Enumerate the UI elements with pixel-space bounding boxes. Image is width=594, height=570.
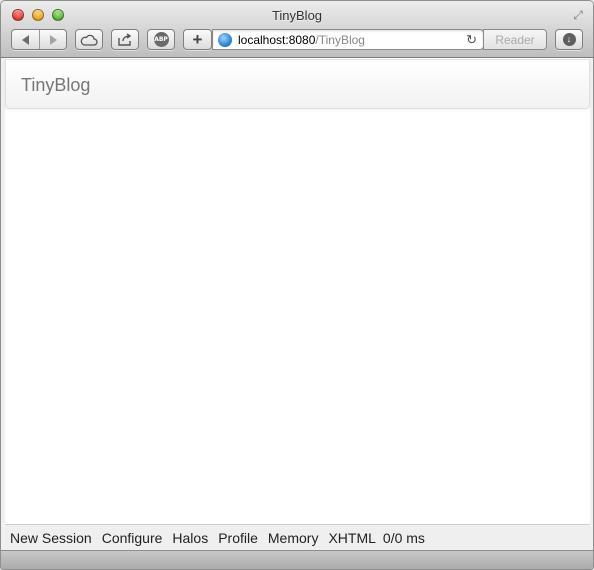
window-title: TinyBlog xyxy=(271,8,323,23)
xhtml-link[interactable]: XHTML xyxy=(328,530,375,546)
forward-button[interactable] xyxy=(39,30,66,49)
page-content: TinyBlog xyxy=(5,58,590,524)
configure-link[interactable]: Configure xyxy=(102,530,163,546)
browser-window: TinyBlog ⤢ ABP + localhost:8080/TinyBlog… xyxy=(0,0,594,570)
memory-link[interactable]: Memory xyxy=(268,530,319,546)
render-timing: 0/0 ms xyxy=(382,529,425,546)
downloads-button[interactable]: ↓ xyxy=(555,29,583,50)
icloud-tabs-button[interactable] xyxy=(75,29,103,50)
address-bar[interactable]: localhost:8080/TinyBlog ↻ xyxy=(212,29,484,50)
url-path: /TinyBlog xyxy=(315,33,365,47)
reload-icon[interactable]: ↻ xyxy=(466,32,477,48)
site-navbar: TinyBlog xyxy=(5,59,590,109)
url-text: localhost:8080/TinyBlog xyxy=(238,33,365,47)
download-icon: ↓ xyxy=(562,33,576,46)
halos-link[interactable]: Halos xyxy=(172,530,208,546)
new-session-link[interactable]: New Session xyxy=(10,530,92,546)
back-forward-group xyxy=(11,29,67,50)
share-icon xyxy=(118,33,132,46)
window-status-bar xyxy=(1,550,593,569)
add-bookmark-button[interactable]: + xyxy=(183,29,212,50)
seaside-toolbar: New Session Configure Halos Profile Memo… xyxy=(5,524,590,550)
cloud-icon xyxy=(80,34,98,46)
url-host: localhost:8080 xyxy=(238,33,316,47)
browser-chrome: TinyBlog ⤢ ABP + localhost:8080/TinyBlog… xyxy=(1,1,593,58)
adblock-icon: ABP xyxy=(153,32,169,47)
profile-link[interactable]: Profile xyxy=(218,530,258,546)
globe-icon xyxy=(218,33,232,47)
site-brand[interactable]: TinyBlog xyxy=(21,75,90,96)
forward-arrow-icon xyxy=(49,34,57,45)
fullscreen-icon[interactable]: ⤢ xyxy=(570,7,586,23)
share-button[interactable] xyxy=(111,29,139,50)
adblock-button[interactable]: ABP xyxy=(147,29,175,50)
back-arrow-icon xyxy=(22,34,29,45)
back-button[interactable] xyxy=(12,30,39,49)
reader-button[interactable]: Reader xyxy=(483,29,547,50)
